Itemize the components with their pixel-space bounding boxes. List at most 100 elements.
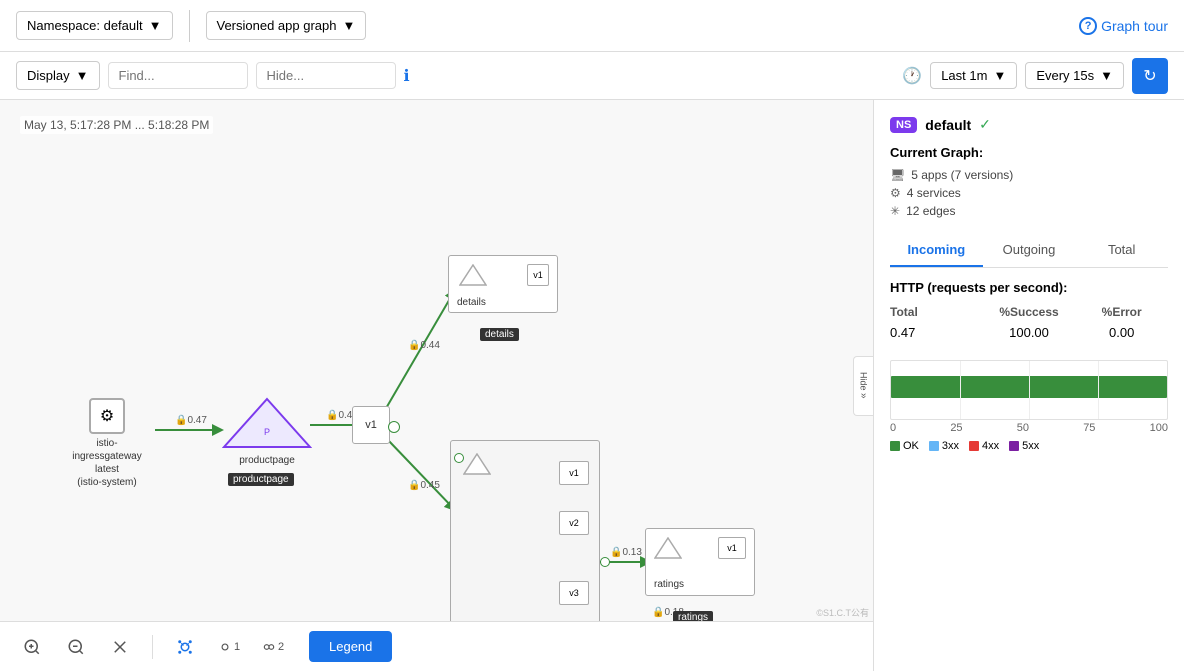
productpage-version-label: productpage: [222, 455, 312, 466]
history-icon: 🕐: [902, 66, 922, 86]
toolbar-separator: [152, 635, 153, 659]
zoom-out-button[interactable]: [60, 631, 92, 663]
gridline-75: [1098, 361, 1099, 419]
top-bar-left: Namespace: default ▼ Versioned app graph…: [16, 10, 366, 42]
ns-check-icon: ✓: [979, 116, 991, 133]
interval-dropdown[interactable]: Every 15s ▼: [1025, 62, 1124, 89]
connector-circle-3: [600, 557, 610, 567]
graph-type-label: Versioned app graph: [217, 18, 337, 33]
current-graph-title: Current Graph:: [890, 145, 1168, 160]
services-label: 4 services: [907, 186, 961, 200]
istio-gateway-label: istio-ingressgatewaylatest(istio-system): [62, 437, 152, 489]
graph-type-dropdown-icon: ▼: [342, 18, 355, 33]
ratings-v1-label: v1: [727, 543, 737, 553]
reset-icon: [111, 638, 129, 656]
legend-button[interactable]: Legend: [309, 631, 392, 662]
tab-total-label: Total: [1108, 242, 1135, 257]
legend-ok: OK: [890, 440, 919, 452]
axis-75: 75: [1083, 422, 1095, 434]
namespace-label: Namespace: default: [27, 18, 143, 33]
edges-info: ✳ 12 edges: [890, 204, 1168, 218]
reset-button[interactable]: [104, 631, 136, 663]
services-icon: ⚙: [890, 186, 901, 200]
time-range-dropdown[interactable]: Last 1m ▼: [930, 62, 1017, 89]
namespace-dropdown-icon: ▼: [149, 18, 162, 33]
svg-text:🔒0.47: 🔒0.47: [175, 414, 207, 426]
find-input[interactable]: [108, 62, 248, 89]
tab-outgoing-label: Outgoing: [1003, 242, 1056, 257]
istio-gateway-node[interactable]: ⚙ istio-ingressgatewaylatest(istio-syste…: [62, 398, 152, 489]
display-label: Display: [27, 68, 70, 83]
graph-type-dropdown[interactable]: Versioned app graph ▼: [206, 11, 367, 40]
center-v1-node[interactable]: v1: [352, 406, 390, 444]
namespace-dropdown[interactable]: Namespace: default ▼: [16, 11, 173, 40]
axis-0: 0: [890, 422, 896, 434]
zoom-in-button[interactable]: [16, 631, 48, 663]
second-bar-left: Display ▼ ℹ: [16, 61, 410, 90]
display-dropdown[interactable]: Display ▼: [16, 61, 100, 90]
ratings-box[interactable]: v1 ratings: [645, 528, 755, 596]
node2-button[interactable]: 2: [257, 631, 289, 663]
axis-100: 100: [1150, 422, 1168, 434]
node1-button[interactable]: 1: [213, 631, 245, 663]
legend-5xx-label: 5xx: [1022, 440, 1039, 452]
total-value: 0.47: [890, 325, 983, 340]
graph-tour-label: Graph tour: [1101, 18, 1168, 34]
svg-text:🔒0.13: 🔒0.13: [610, 546, 642, 558]
second-bar: Display ▼ ℹ 🕐 Last 1m ▼ Every 15s ▼ ↻: [0, 52, 1184, 100]
col-success-header: %Success: [983, 305, 1076, 319]
zoom-out-icon: [67, 638, 85, 656]
graph-area[interactable]: May 13, 5:17:28 PM ... 5:18:28 PM: [0, 100, 874, 671]
reviews-box[interactable]: v1 v2 v3 reviews: [450, 440, 600, 640]
bottom-toolbar: 1 2 Legend: [0, 621, 873, 671]
node1-label-group: 1: [218, 640, 240, 654]
apps-icon: 🖥: [890, 168, 905, 182]
hide-input[interactable]: [256, 62, 396, 89]
legend-ok-label: OK: [903, 440, 919, 452]
zoom-in-icon: [23, 638, 41, 656]
productpage-node[interactable]: P: [222, 397, 312, 452]
node-icon-button[interactable]: [169, 631, 201, 663]
tab-outgoing[interactable]: Outgoing: [983, 234, 1076, 267]
apps-info: 🖥 5 apps (7 versions): [890, 168, 1168, 182]
legend-5xx: 5xx: [1009, 440, 1039, 452]
details-box[interactable]: v1 details: [448, 255, 558, 313]
info-icon: ℹ: [404, 66, 410, 86]
graph-tour-icon: ?: [1079, 17, 1097, 35]
node2-count: 2: [278, 641, 284, 653]
tab-incoming[interactable]: Incoming: [890, 234, 983, 267]
second-bar-right: 🕐 Last 1m ▼ Every 15s ▼ ↻: [902, 58, 1168, 94]
chart-container: [890, 360, 1168, 420]
axis-50: 50: [1017, 422, 1029, 434]
node-icon: [176, 638, 194, 656]
reviews-v3-label: v3: [569, 588, 579, 598]
gridline-25: [960, 361, 961, 419]
svg-text:🔒0.44: 🔒0.44: [408, 339, 440, 351]
chart-area: 0 25 50 75 100 OK 3xx 4xx: [890, 360, 1168, 452]
legend-4xx-label: 4xx: [982, 440, 999, 452]
col-total-header: Total: [890, 305, 983, 319]
svg-text:🔒0.45: 🔒0.45: [408, 479, 440, 491]
productpage-tooltip: productpage: [228, 473, 294, 486]
graph-tour-link[interactable]: ? Graph tour: [1079, 17, 1168, 35]
reviews-v1-label: v1: [569, 468, 579, 478]
tab-total[interactable]: Total: [1075, 234, 1168, 267]
interval-label: Every 15s: [1036, 68, 1094, 83]
svg-text:P: P: [264, 427, 270, 437]
display-dropdown-icon: ▼: [76, 68, 89, 83]
refresh-icon: ↻: [1143, 66, 1156, 86]
refresh-button[interactable]: ↻: [1132, 58, 1168, 94]
main-content: May 13, 5:17:28 PM ... 5:18:28 PM: [0, 100, 1184, 671]
legend-3xx-dot: [929, 441, 939, 451]
hide-panel-toggle[interactable]: Hide »: [853, 356, 873, 416]
details-label: details: [457, 297, 486, 308]
node1-count: 1: [234, 641, 240, 653]
success-value: 100.00: [983, 325, 1076, 340]
metrics-values-row: 0.47 100.00 0.00: [890, 325, 1168, 340]
namespace-name: default: [925, 117, 971, 133]
details-tooltip: details: [480, 328, 519, 341]
gridline-50: [1029, 361, 1030, 419]
apps-label: 5 apps (7 versions): [911, 168, 1013, 182]
divider: [189, 10, 190, 42]
expand-icon: »: [858, 393, 869, 399]
